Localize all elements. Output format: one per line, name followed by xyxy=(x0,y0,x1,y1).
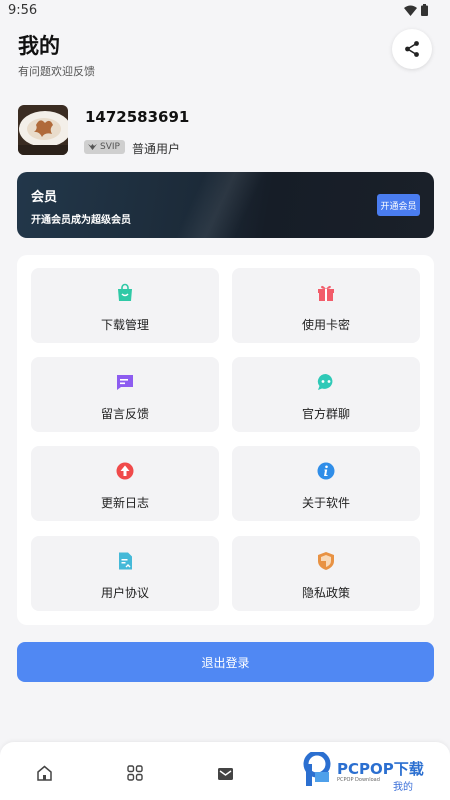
menu-item-label: 官方群聊 xyxy=(301,407,350,421)
document-icon xyxy=(114,550,136,572)
page-subtitle: 有问题欢迎反馈 xyxy=(18,65,95,78)
nav-home[interactable] xyxy=(29,762,59,784)
svip-badge: SVIP xyxy=(84,140,125,154)
page-title: 我的 xyxy=(18,34,60,58)
open-membership-button[interactable]: 开通会员 xyxy=(377,194,420,216)
crown-icon xyxy=(88,144,97,150)
member-title: 会员 xyxy=(31,190,58,205)
menu-item-official-group[interactable]: 官方群聊 xyxy=(232,357,420,432)
menu-item-download-manage[interactable]: 下载管理 xyxy=(31,268,219,343)
menu-item-label: 更新日志 xyxy=(100,496,149,510)
menu-item-label: 隐私政策 xyxy=(301,586,350,600)
member-description: 开通会员成为超级会员 xyxy=(31,215,131,226)
status-time: 9:56 xyxy=(8,3,38,18)
menu-panel: 下载管理 使用卡密 留言反馈 官方群聊 更新日志 关于软件 用户协议 隐私政策 xyxy=(17,255,434,625)
menu-item-about[interactable]: 关于软件 xyxy=(232,446,420,521)
nav-categories[interactable] xyxy=(120,762,150,784)
username: 1472583691 xyxy=(85,108,190,126)
battery-icon xyxy=(421,4,428,16)
info-icon xyxy=(315,460,337,482)
shopping-bag-icon xyxy=(114,282,136,304)
home-icon xyxy=(36,765,52,781)
share-button[interactable] xyxy=(392,29,432,69)
grid-icon xyxy=(127,765,143,781)
menu-item-label: 留言反馈 xyxy=(100,407,149,421)
avatar-image xyxy=(18,105,68,155)
avatar[interactable] xyxy=(18,105,68,155)
menu-item-use-card-key[interactable]: 使用卡密 xyxy=(232,268,420,343)
chat-icon xyxy=(315,371,337,393)
menu-item-label: 用户协议 xyxy=(100,586,149,600)
watermark-logo: PCPOP下载 PCPOP Download xyxy=(303,750,443,790)
menu-item-feedback[interactable]: 留言反馈 xyxy=(31,357,219,432)
watermark-subtext: PCPOP Download xyxy=(337,777,380,783)
nav-messages[interactable] xyxy=(210,762,240,784)
user-type: 普通用户 xyxy=(132,142,181,156)
user-profile[interactable]: 1472583691 SVIP 普通用户 xyxy=(18,105,432,157)
watermark-text: PCPOP下载 xyxy=(337,760,424,778)
card-decoration xyxy=(163,172,271,238)
menu-item-changelog[interactable]: 更新日志 xyxy=(31,446,219,521)
menu-item-label: 关于软件 xyxy=(301,496,350,510)
wifi-icon xyxy=(404,5,417,16)
logout-button[interactable]: 退出登录 xyxy=(17,642,434,682)
message-icon xyxy=(114,371,136,393)
menu-item-label: 使用卡密 xyxy=(301,318,350,332)
menu-item-label: 下载管理 xyxy=(100,318,149,332)
menu-item-user-agreement[interactable]: 用户协议 xyxy=(31,536,219,611)
upgrade-icon xyxy=(114,460,136,482)
status-icons xyxy=(404,4,428,16)
inbox-icon xyxy=(217,767,233,780)
gift-icon xyxy=(315,282,337,304)
status-bar: 9:56 xyxy=(0,0,450,22)
page-header: 我的 有问题欢迎反馈 xyxy=(18,30,95,79)
pcpop-logo-icon xyxy=(303,752,331,786)
member-card[interactable]: 会员 开通会员成为超级会员 开通会员 xyxy=(17,172,434,238)
shield-icon xyxy=(315,550,337,572)
menu-item-privacy-policy[interactable]: 隐私政策 xyxy=(232,536,420,611)
share-icon xyxy=(405,41,419,57)
svip-label: SVIP xyxy=(100,142,120,152)
